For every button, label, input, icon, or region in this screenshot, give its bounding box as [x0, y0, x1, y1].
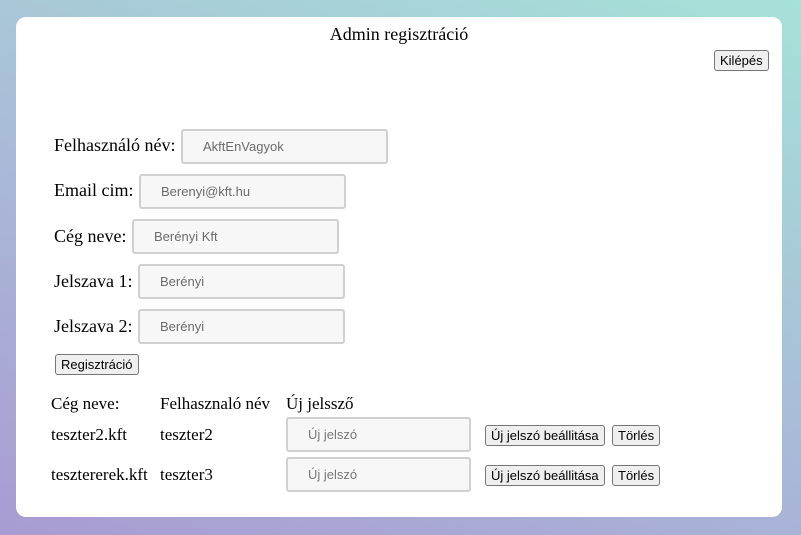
new-password-input[interactable]: Új jelszó	[286, 417, 471, 452]
row-user: teszter2	[160, 425, 213, 444]
password1-field[interactable]: Berényi	[138, 264, 345, 299]
column-header-new-password: Új jelssző	[286, 394, 354, 413]
logout-button[interactable]: Kilépés	[714, 50, 769, 71]
password2-label: Jelszava 2:	[54, 316, 133, 336]
page-title: Admin regisztráció	[329, 24, 469, 44]
email-label: Email cim:	[54, 180, 134, 200]
username-field[interactable]: AkftEnVagyok	[181, 129, 388, 164]
company-field[interactable]: Berényi Kft	[132, 219, 339, 254]
password1-label: Jelszava 1:	[54, 271, 133, 291]
company-label: Cég neve:	[54, 226, 127, 246]
delete-button[interactable]: Törlés	[612, 465, 661, 486]
set-password-button[interactable]: Új jelszó beállitása	[485, 465, 605, 486]
delete-button[interactable]: Törlés	[612, 425, 661, 446]
column-header-company: Cég neve:	[51, 394, 120, 413]
row-company: teszter2.kft	[51, 425, 127, 444]
main-card: Admin regisztráció Kilépés Felhasználó n…	[16, 17, 782, 517]
set-password-button[interactable]: Új jelszó beállitása	[485, 425, 605, 446]
username-label: Felhasználó név:	[54, 135, 176, 155]
new-password-input[interactable]: Új jelszó	[286, 457, 471, 492]
register-button[interactable]: Regisztráció	[55, 354, 139, 375]
row-user: teszter3	[160, 465, 213, 484]
password2-field[interactable]: Berényi	[138, 309, 345, 344]
row-company: tesztererek.kft	[51, 465, 148, 484]
column-header-user: Felhasznaló név	[160, 394, 270, 413]
email-field[interactable]: Berenyi@kft.hu	[139, 174, 346, 209]
